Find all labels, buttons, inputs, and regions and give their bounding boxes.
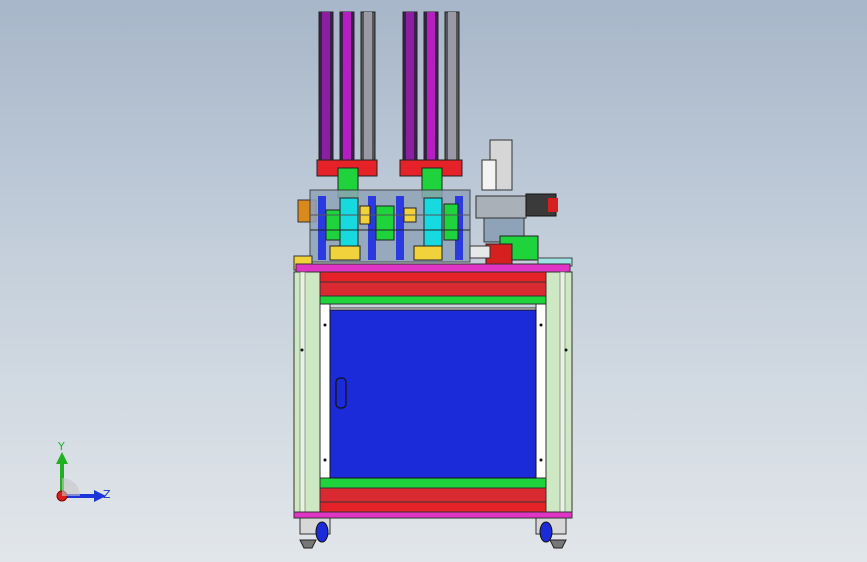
triad-quadrant: [62, 478, 80, 496]
y-axis-arrow: [56, 452, 68, 464]
coordinate-triad: Y Z: [56, 440, 111, 502]
mechanism-assembly: [297, 189, 471, 263]
casters: [299, 517, 567, 549]
machine-model[interactable]: [0, 0, 867, 562]
motor-assembly: [469, 139, 573, 267]
cabinet-door: [300, 307, 568, 479]
cad-viewport[interactable]: Y Z: [0, 0, 867, 562]
vertical-pillars: [318, 11, 460, 163]
z-axis-label: Z: [103, 488, 111, 501]
y-axis-label: Y: [57, 440, 65, 453]
